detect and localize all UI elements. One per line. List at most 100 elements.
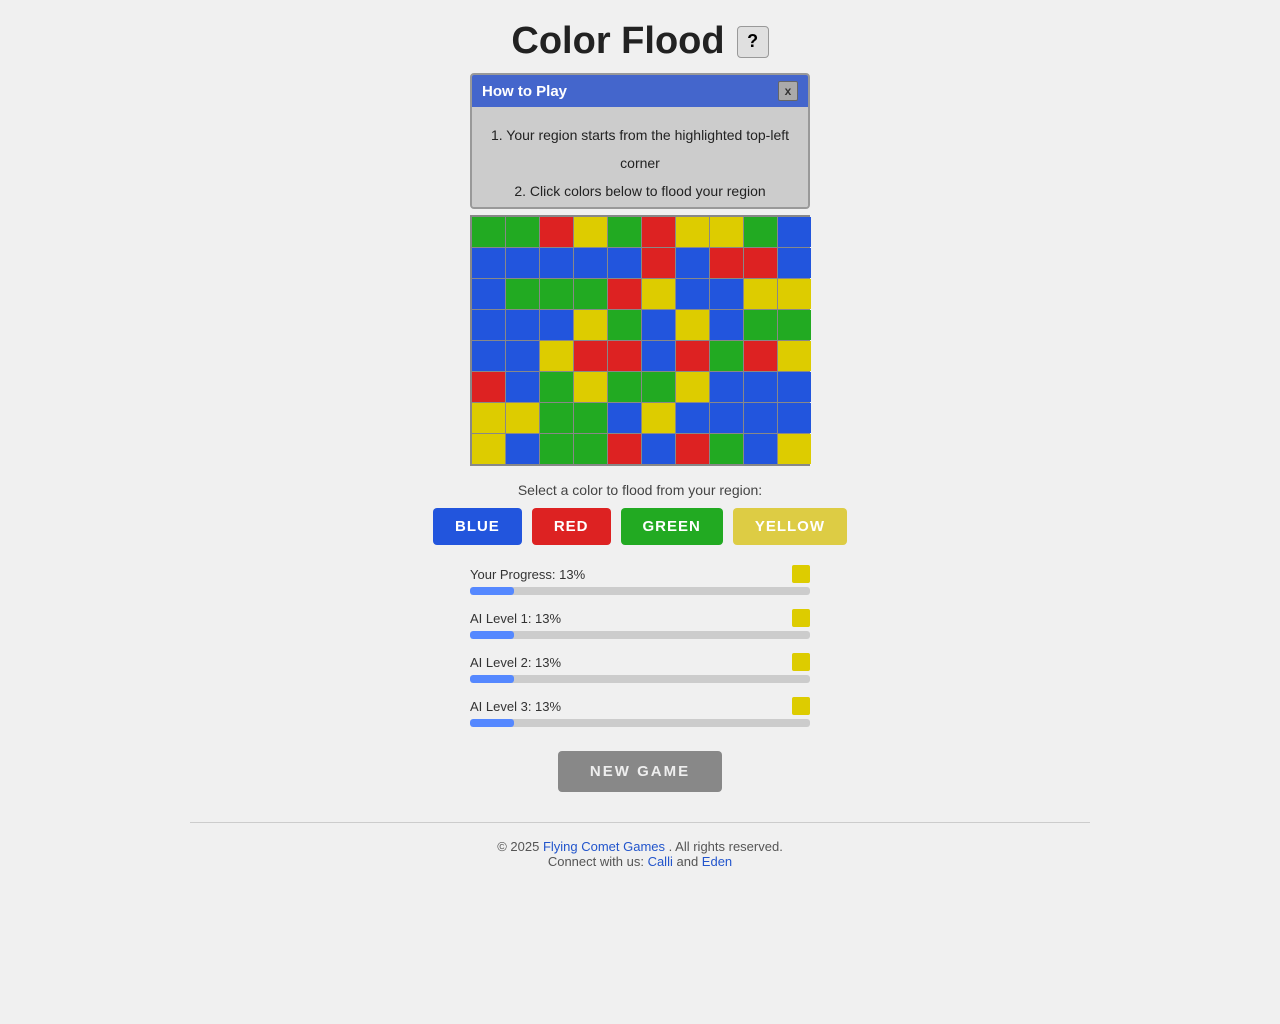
and-text: and [676,854,701,869]
footer: © 2025 Flying Comet Games . All rights r… [190,822,1090,877]
grid-cell [744,372,777,402]
modal-close-button[interactable]: x [778,81,798,101]
grid-cell [540,372,573,402]
instruction-3: 3. Fill the grid before the AI! [488,205,792,207]
grid-cell [778,217,811,247]
grid-cell [540,217,573,247]
grid-cell [744,310,777,340]
progress-label: AI Level 2: 13% [470,655,561,670]
grid-cell [710,248,743,278]
grid-cell [778,279,811,309]
grid-cell [472,372,505,402]
progress-label: Your Progress: 13% [470,567,585,582]
progress-bar-fill [470,719,514,727]
game-title: Color Flood [511,20,724,63]
game-grid [470,215,810,466]
progress-color-box [792,565,810,583]
grid-cell [472,279,505,309]
instruction-2: 2. Click colors below to flood your regi… [488,177,792,205]
grid-cell [472,217,505,247]
grid-cell [778,248,811,278]
grid-cell [506,434,539,464]
how-to-play-modal: How to Play x 1. Your region starts from… [470,73,810,209]
grid-cell [710,310,743,340]
grid-cell [778,372,811,402]
grid-cell [574,434,607,464]
grid-cell [608,434,641,464]
grid-cell [472,341,505,371]
help-button[interactable]: ? [737,26,769,58]
grid-cell [506,279,539,309]
grid-cell [506,372,539,402]
red-button[interactable]: RED [532,508,611,545]
grid-cell [744,434,777,464]
grid-cell [574,279,607,309]
progress-color-box [792,697,810,715]
grid-cell [642,310,675,340]
grid-cell [676,217,709,247]
grid-cell [710,341,743,371]
green-button[interactable]: GREEN [621,508,723,545]
yellow-button[interactable]: YELLOW [733,508,847,545]
grid-cell [540,279,573,309]
modal-body: 1. Your region starts from the highlight… [472,107,808,207]
color-buttons: BLUE RED GREEN YELLOW [433,508,847,545]
eden-link[interactable]: Eden [702,854,732,869]
grid-cell [642,341,675,371]
grid-cell [472,434,505,464]
progress-bar-fill [470,675,514,683]
grid-cell [506,310,539,340]
new-game-button[interactable]: NEW GAME [558,751,722,792]
grid-cell [540,310,573,340]
progress-row: Your Progress: 13% [470,565,810,595]
progress-area: Your Progress: 13% AI Level 1: 13% AI Leve… [470,565,810,727]
progress-label: AI Level 3: 13% [470,699,561,714]
modal-title: How to Play [482,83,567,100]
progress-row: AI Level 1: 13% [470,609,810,639]
grid-cell [608,248,641,278]
blue-button[interactable]: BLUE [433,508,522,545]
grid-cell [744,279,777,309]
grid-cell [642,217,675,247]
calli-link[interactable]: Calli [648,854,673,869]
progress-bar-bg [470,675,810,683]
grid-cell [778,310,811,340]
grid-cell [676,434,709,464]
connect-text: Connect with us: [548,854,644,869]
grid-cell [608,310,641,340]
grid-cell [574,217,607,247]
rights-text: . All rights reserved. [669,839,783,854]
grid-cell [778,341,811,371]
grid-cell [744,341,777,371]
grid-cell [710,434,743,464]
grid-cell [574,403,607,433]
grid-cell [710,279,743,309]
progress-bar-bg [470,631,810,639]
grid-cell [574,341,607,371]
grid-cell [608,341,641,371]
grid-cell [540,341,573,371]
grid-cell [676,248,709,278]
grid-cell [540,248,573,278]
grid-cell [676,372,709,402]
progress-row: AI Level 2: 13% [470,653,810,683]
grid-cell [608,372,641,402]
progress-bar-fill [470,587,514,595]
grid-cell [710,403,743,433]
grid-cell [472,310,505,340]
grid-cell [642,372,675,402]
grid-cell [676,310,709,340]
grid-cell [744,217,777,247]
company-link[interactable]: Flying Comet Games [543,839,665,854]
grid-cell [676,341,709,371]
grid-cell [778,403,811,433]
progress-bar-bg [470,587,810,595]
grid-cell [506,248,539,278]
grid-cell [540,403,573,433]
progress-color-box [792,653,810,671]
grid-cell [608,217,641,247]
grid-cell [608,279,641,309]
progress-label: AI Level 1: 13% [470,611,561,626]
grid-cell [506,341,539,371]
grid-cell [744,248,777,278]
